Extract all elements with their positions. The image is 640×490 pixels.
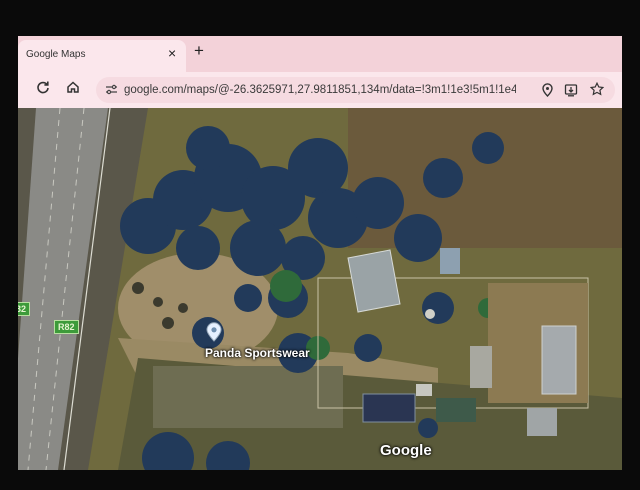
home-icon[interactable] <box>66 80 80 97</box>
tune-icon[interactable] <box>105 83 118 101</box>
tab-google-maps[interactable]: Google Maps × <box>18 40 186 72</box>
route-shield-r82: R82 <box>54 320 79 334</box>
install-app-icon[interactable] <box>564 83 578 102</box>
tab-close-icon[interactable]: × <box>168 45 176 61</box>
browser-window: Google Maps × + google.com/maps/@-26.362… <box>18 36 622 470</box>
satellite-map[interactable]: 32 R82 Panda Sportswear Google <box>18 108 622 470</box>
star-icon[interactable] <box>589 81 605 101</box>
route-shield-partial: 32 <box>18 302 31 316</box>
place-label-panda-sportswear[interactable]: Panda Sportswear <box>205 346 310 360</box>
google-logo: Google <box>380 442 432 459</box>
tab-title: Google Maps <box>26 49 86 60</box>
browser-toolbar: google.com/maps/@-26.3625971,27.9811851,… <box>18 72 622 108</box>
satellite-imagery <box>18 108 622 470</box>
tab-strip: Google Maps × + <box>18 36 622 72</box>
monitor-frame: Google Maps × + google.com/maps/@-26.362… <box>0 0 640 490</box>
location-icon[interactable] <box>541 83 554 102</box>
address-bar[interactable]: google.com/maps/@-26.3625971,27.9811851,… <box>96 77 615 103</box>
url-text[interactable]: google.com/maps/@-26.3625971,27.9811851,… <box>124 84 516 96</box>
new-tab-button[interactable]: + <box>194 41 204 61</box>
reload-icon[interactable] <box>36 80 50 97</box>
